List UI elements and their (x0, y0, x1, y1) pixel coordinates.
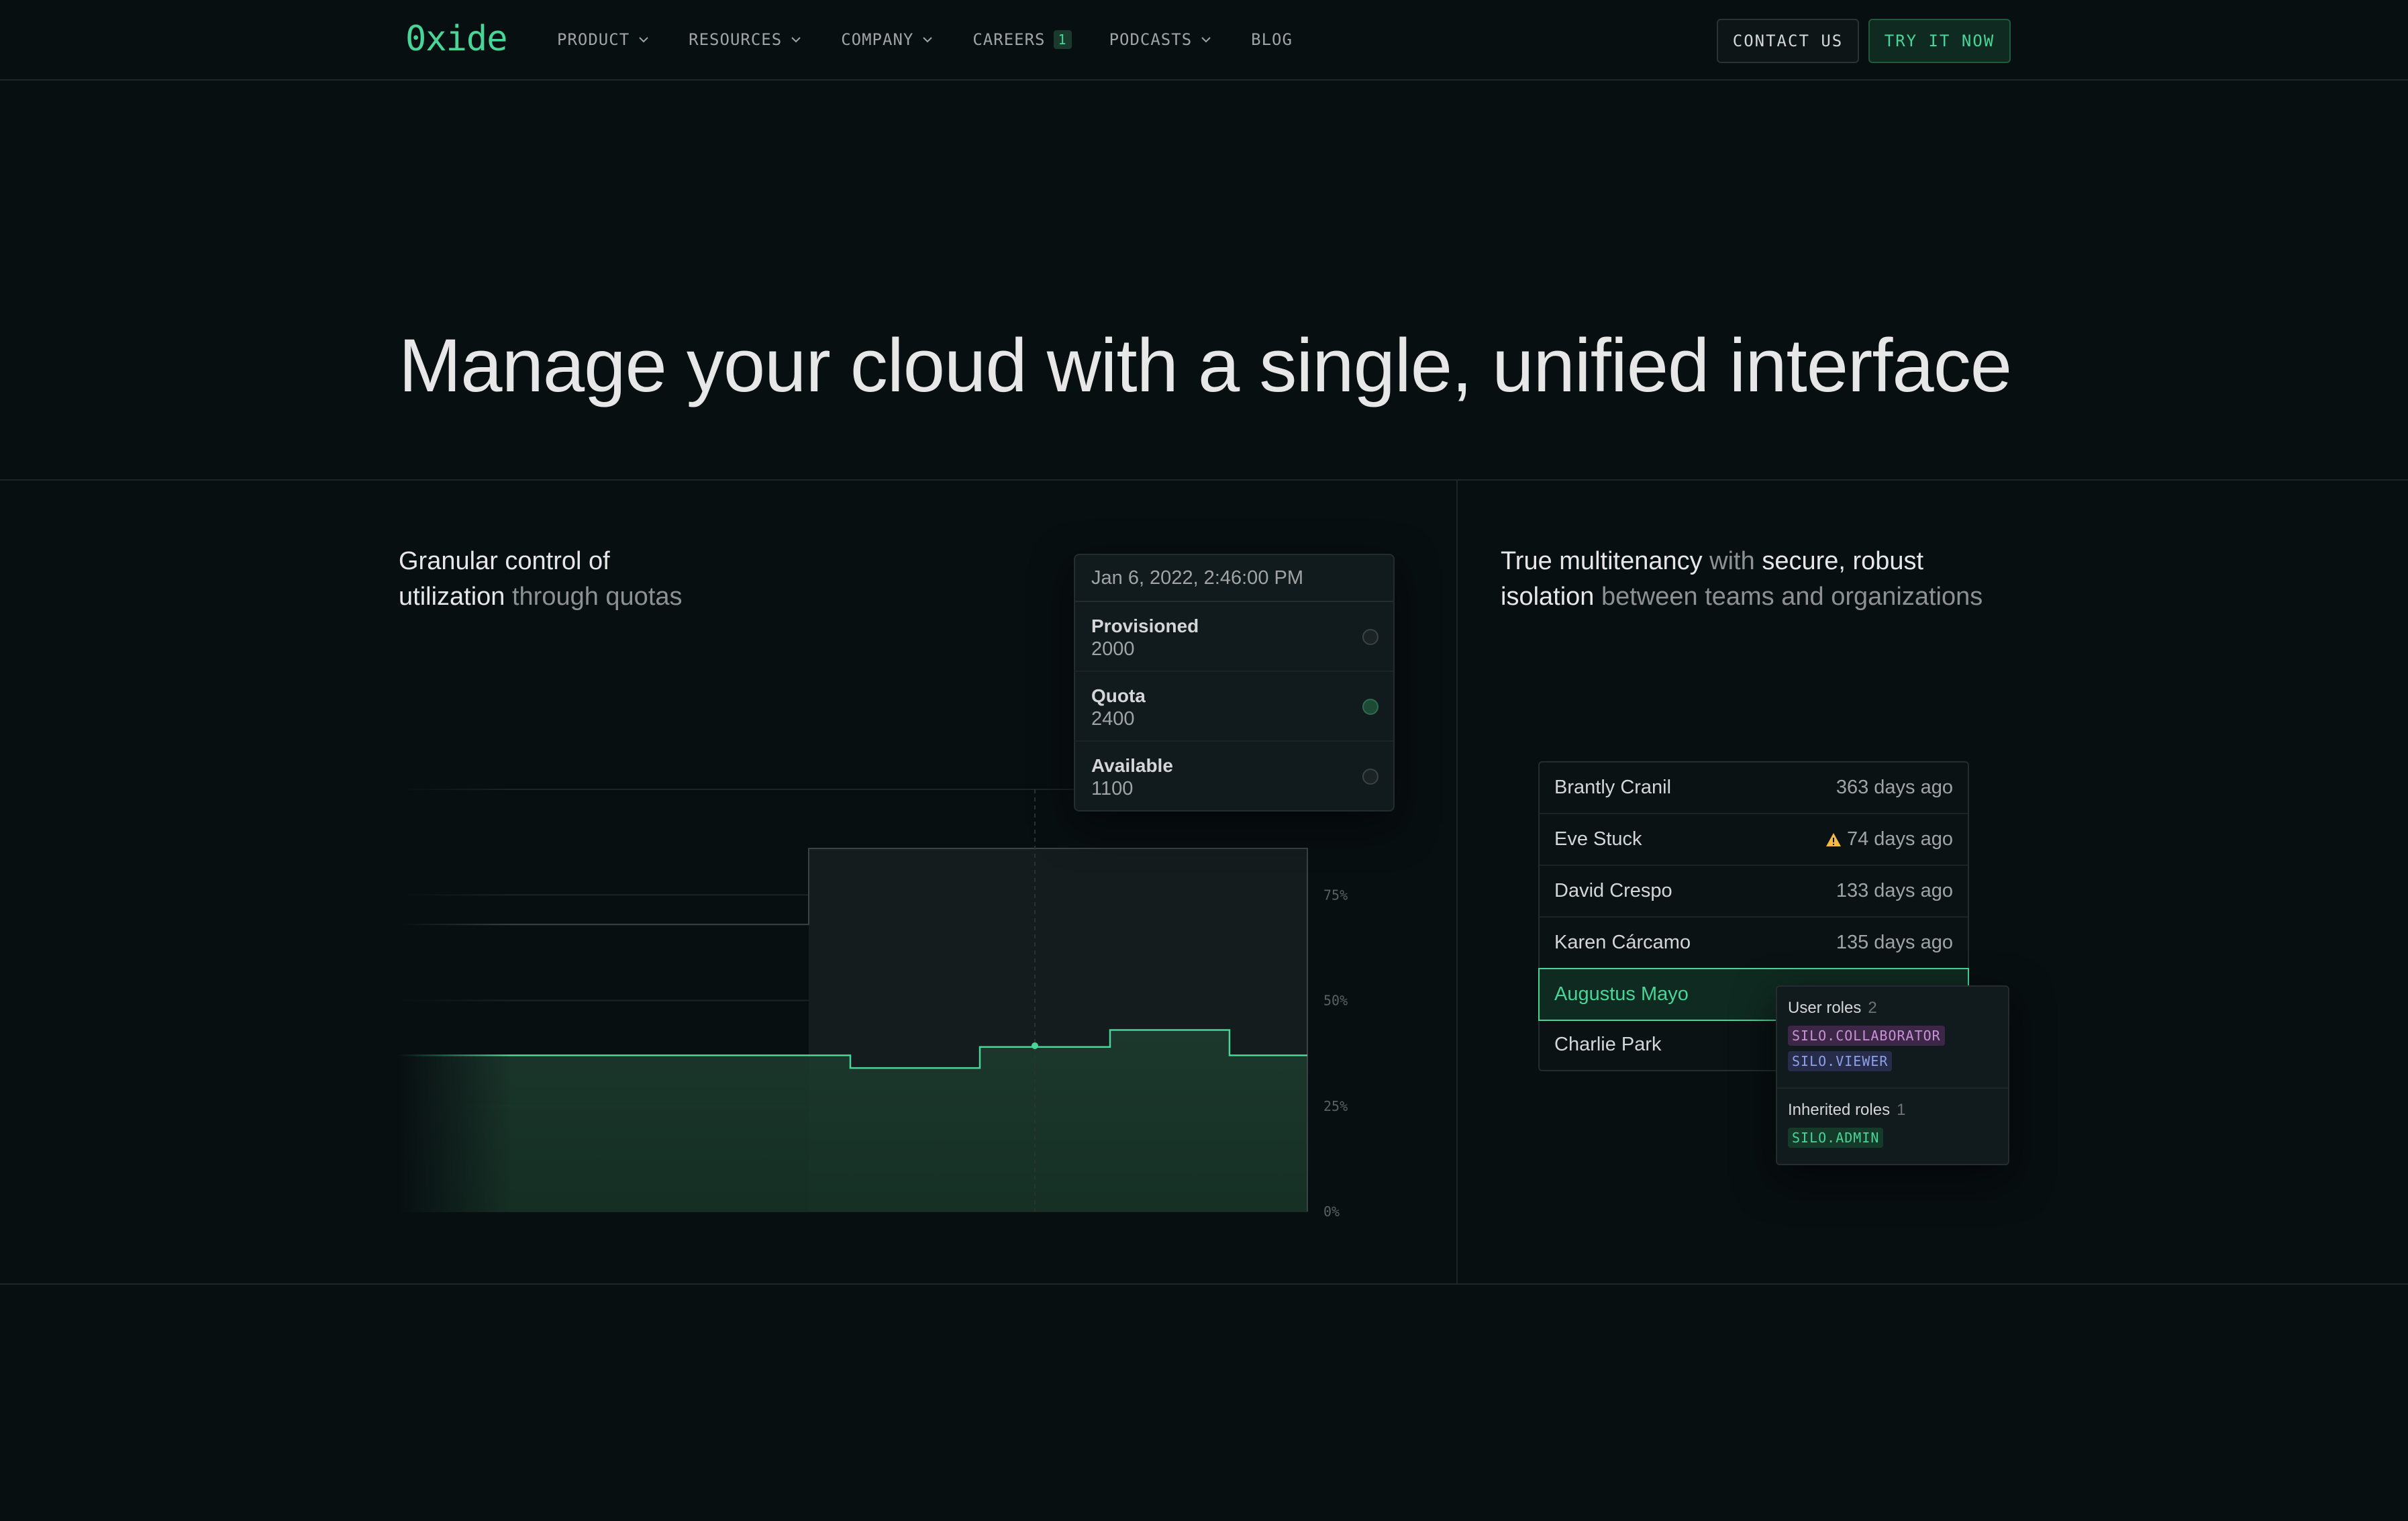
y-tick-label: 50% (1323, 993, 1348, 1009)
user-roles-heading: User roles 2 (1788, 999, 1997, 1018)
table-row[interactable]: Karen Cárcamo 135 days ago (1540, 918, 1968, 969)
tooltip-label: Quota (1091, 685, 1146, 706)
last-access: 74 days ago (1825, 828, 1953, 850)
user-name: Augustus Mayo (1554, 983, 1689, 1005)
table-row[interactable]: Eve Stuck 74 days ago (1540, 814, 1968, 866)
warning-icon (1825, 832, 1841, 846)
user-name: David Crespo (1554, 880, 1672, 901)
inherited-roles-heading: Inherited roles 1 (1788, 1101, 1997, 1120)
tenancy-feature-rest: between teams and organizations (1594, 583, 1983, 611)
y-tick-label: 0% (1323, 1204, 1340, 1220)
tooltip-row-available: Available 1100 (1075, 742, 1393, 810)
role-tag: SILO.ADMIN (1788, 1128, 1884, 1148)
role-tag: SILO.COLLABORATOR (1788, 1026, 1945, 1046)
legend-dot-icon (1362, 699, 1378, 715)
last-access: 363 days ago (1836, 777, 1953, 798)
y-tick-label: 25% (1323, 1098, 1348, 1114)
user-name: Karen Cárcamo (1554, 932, 1691, 953)
user-name: Eve Stuck (1554, 828, 1642, 850)
last-access-text: 74 days ago (1846, 828, 1953, 850)
legend-dot-icon (1362, 629, 1378, 645)
table-row[interactable]: Brantly Cranil 363 days ago (1540, 763, 1968, 814)
tooltip-value: 1100 (1091, 778, 1134, 799)
inherited-roles-count: 1 (1897, 1101, 1906, 1119)
chart-y-axis: 75% 50% 25% 0% (1323, 887, 1348, 1220)
user-roles-popover: User roles 2 SILO.COLLABORATOR SILO.VIEWE… (1776, 985, 2009, 1165)
y-tick-label: 75% (1323, 887, 1348, 903)
tooltip-row-quota: Quota 2400 (1075, 672, 1393, 742)
chart-fade-overlay (399, 785, 774, 1215)
tenancy-feature-highlight-3: isolation (1501, 583, 1595, 611)
tenancy-feature-highlight-2: secure, robust (1762, 547, 1924, 575)
chart-tooltip: Jan 6, 2022, 2:46:00 PM Provisioned 2000… (1074, 554, 1395, 812)
last-access: 135 days ago (1836, 932, 1953, 953)
table-row[interactable]: David Crespo 133 days ago (1540, 866, 1968, 918)
tooltip-label: Provisioned (1091, 616, 1199, 636)
user-roles-count: 2 (1868, 999, 1877, 1017)
tooltip-label: Available (1091, 755, 1173, 776)
user-name: Brantly Cranil (1554, 777, 1672, 798)
inherited-roles-title: Inherited roles (1788, 1101, 1891, 1119)
chart-hover-point (1032, 1042, 1038, 1049)
role-tag: SILO.VIEWER (1788, 1051, 1893, 1071)
tooltip-value: 2000 (1091, 638, 1135, 660)
tooltip-value: 2400 (1091, 708, 1135, 730)
tenancy-feature-highlight: True multitenancy (1501, 547, 1703, 575)
legend-dot-icon (1362, 769, 1378, 785)
tooltip-date: Jan 6, 2022, 2:46:00 PM (1075, 555, 1393, 602)
last-access: 133 days ago (1836, 880, 1953, 901)
inherited-roles-section: Inherited roles 1 SILO.ADMIN (1777, 1087, 2008, 1164)
tenancy-feature-mid: with (1702, 547, 1762, 575)
tooltip-row-provisioned: Provisioned 2000 (1075, 602, 1393, 672)
tenancy-feature-text: True multitenancy with secure, robust is… (1501, 544, 1983, 615)
user-name: Charlie Park (1554, 1034, 1662, 1055)
user-roles-title: User roles (1788, 999, 1862, 1017)
user-roles-section: User roles 2 SILO.COLLABORATOR SILO.VIEWE… (1777, 987, 2008, 1087)
